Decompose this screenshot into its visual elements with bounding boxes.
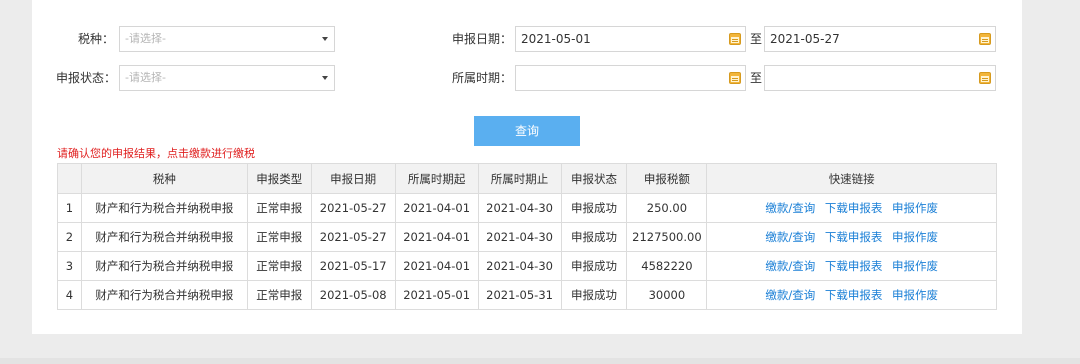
calendar-icon[interactable] (729, 33, 741, 45)
download-form-link[interactable]: 下载申报表 (825, 230, 883, 244)
declare-date-cell: 2021-05-17 (310, 251, 396, 281)
pay-query-link[interactable]: 缴款/查询 (765, 230, 815, 244)
period-end-cell: 2021-05-31 (477, 280, 562, 310)
column-header: 所属时期止 (477, 163, 562, 194)
quick-links-cell: 缴款/查询 下载申报表 申报作废 (706, 222, 997, 252)
tax-type-cell: 财产和行为税合并纳税申报 (80, 222, 248, 252)
declare-date-to-input[interactable]: 2021-05-27 (764, 26, 996, 52)
declare-date-cell: 2021-05-27 (310, 193, 396, 223)
column-header: 所属时期起 (394, 163, 479, 194)
period-end-cell: 2021-04-30 (477, 251, 562, 281)
void-declaration-link[interactable]: 申报作废 (892, 201, 938, 215)
period-start-cell: 2021-04-01 (394, 222, 479, 252)
column-header: 快速链接 (706, 163, 997, 194)
pay-query-link[interactable]: 缴款/查询 (765, 201, 815, 215)
status-select[interactable]: -请选择- (119, 65, 335, 91)
tax-type-label: 税种： (77, 32, 114, 46)
chevron-down-icon (322, 37, 328, 41)
status-placeholder: -请选择- (125, 71, 166, 84)
status-label: 申报状态： (55, 71, 116, 85)
quick-links-cell: 缴款/查询 下载申报表 申报作废 (706, 193, 997, 223)
table-row: 2 财产和行为税合并纳税申报 正常申报 2021-05-27 2021-04-0… (57, 222, 997, 252)
declare-date-to-value: 2021-05-27 (770, 32, 840, 46)
declare-type-cell: 正常申报 (246, 193, 312, 223)
column-header: 税种 (80, 163, 248, 194)
period-label: 所属时期： (451, 71, 512, 85)
declare-type-cell: 正常申报 (246, 251, 312, 281)
void-declaration-link[interactable]: 申报作废 (892, 288, 938, 302)
column-header: 申报状态 (560, 163, 628, 194)
period-start-cell: 2021-04-01 (394, 251, 479, 281)
declare-date-from-value: 2021-05-01 (521, 32, 591, 46)
row-index: 1 (57, 193, 82, 223)
amount-cell: 4582220 (626, 251, 708, 281)
table-header-row: 税种 申报类型 申报日期 所属时期起 所属时期止 申报状态 申报税额 快速链接 (57, 163, 997, 194)
status-cell: 申报成功 (560, 280, 628, 310)
period-to-input[interactable] (764, 65, 996, 91)
table-row: 4 财产和行为税合并纳税申报 正常申报 2021-05-08 2021-05-0… (57, 280, 997, 310)
table-row: 1 财产和行为税合并纳税申报 正常申报 2021-05-27 2021-04-0… (57, 193, 997, 223)
download-form-link[interactable]: 下载申报表 (825, 288, 883, 302)
tax-type-select[interactable]: -请选择- (119, 26, 335, 52)
column-header: 申报日期 (310, 163, 396, 194)
tax-type-cell: 财产和行为税合并纳税申报 (80, 251, 248, 281)
row-index: 3 (57, 251, 82, 281)
tax-type-cell: 财产和行为税合并纳税申报 (80, 280, 248, 310)
query-button[interactable]: 查询 (474, 116, 580, 146)
download-form-link[interactable]: 下载申报表 (825, 201, 883, 215)
status-cell: 申报成功 (560, 193, 628, 223)
declare-type-cell: 正常申报 (246, 222, 312, 252)
page-footer-bar (0, 358, 1080, 364)
status-cell: 申报成功 (560, 222, 628, 252)
table-row: 3 财产和行为税合并纳税申报 正常申报 2021-05-17 2021-04-0… (57, 251, 997, 281)
declare-date-cell: 2021-05-08 (310, 280, 396, 310)
amount-cell: 2127500.00 (626, 222, 708, 252)
declare-date-cell: 2021-05-27 (310, 222, 396, 252)
chevron-down-icon (322, 76, 328, 80)
date-range-to-label: 至 (750, 32, 763, 46)
calendar-icon[interactable] (979, 33, 991, 45)
row-index: 2 (57, 222, 82, 252)
void-declaration-link[interactable]: 申报作废 (892, 230, 938, 244)
declare-type-cell: 正常申报 (246, 280, 312, 310)
status-cell: 申报成功 (560, 251, 628, 281)
period-start-cell: 2021-05-01 (394, 280, 479, 310)
period-start-cell: 2021-04-01 (394, 193, 479, 223)
period-end-cell: 2021-04-30 (477, 222, 562, 252)
column-header: 申报税额 (626, 163, 708, 194)
column-header (57, 163, 82, 194)
declare-date-from-input[interactable]: 2021-05-01 (515, 26, 746, 52)
declare-date-label: 申报日期： (451, 32, 512, 46)
tax-type-cell: 财产和行为税合并纳税申报 (80, 193, 248, 223)
declaration-table: 税种 申报类型 申报日期 所属时期起 所属时期止 申报状态 申报税额 快速链接 … (57, 163, 997, 310)
amount-cell: 30000 (626, 280, 708, 310)
calendar-icon[interactable] (729, 72, 741, 84)
tax-type-placeholder: -请选择- (125, 32, 166, 45)
column-header: 申报类型 (246, 163, 312, 194)
period-end-cell: 2021-04-30 (477, 193, 562, 223)
period-range-to-label: 至 (750, 71, 763, 85)
notice-text: 请确认您的申报结果，点击缴款进行缴税 (57, 147, 255, 160)
period-from-input[interactable] (515, 65, 746, 91)
pay-query-link[interactable]: 缴款/查询 (765, 259, 815, 273)
amount-cell: 250.00 (626, 193, 708, 223)
quick-links-cell: 缴款/查询 下载申报表 申报作废 (706, 251, 997, 281)
pay-query-link[interactable]: 缴款/查询 (765, 288, 815, 302)
calendar-icon[interactable] (979, 72, 991, 84)
void-declaration-link[interactable]: 申报作废 (892, 259, 938, 273)
quick-links-cell: 缴款/查询 下载申报表 申报作废 (706, 280, 997, 310)
download-form-link[interactable]: 下载申报表 (825, 259, 883, 273)
row-index: 4 (57, 280, 82, 310)
